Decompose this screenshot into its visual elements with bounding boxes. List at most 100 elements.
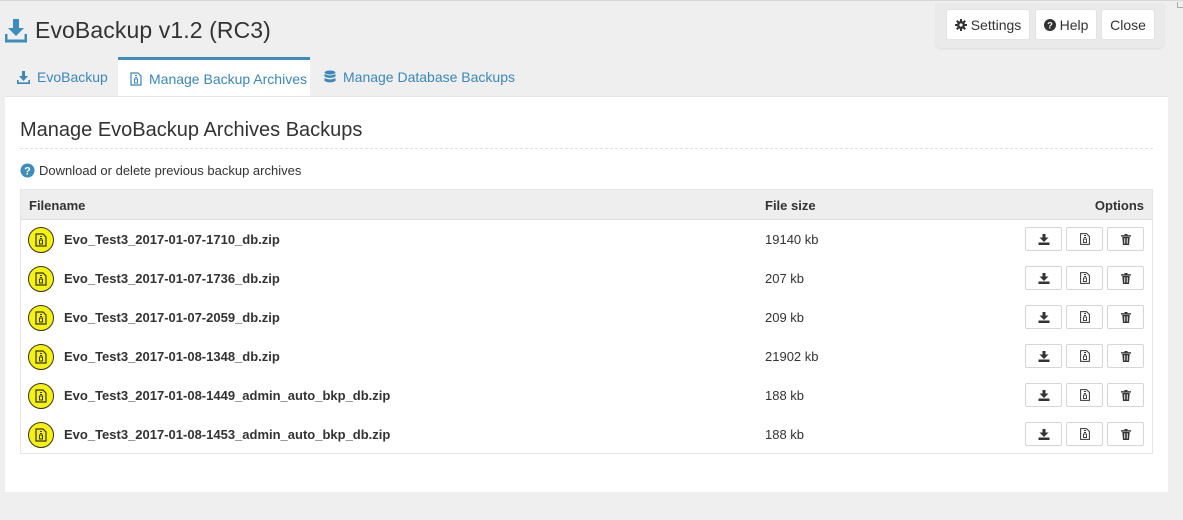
view-archive-button[interactable] [1066, 383, 1103, 407]
row-options [1021, 383, 1144, 407]
download-button[interactable] [1025, 383, 1062, 407]
delete-button[interactable] [1107, 344, 1144, 368]
filename-cell: Evo_Test3_2017-01-08-1449_admin_auto_bkp… [64, 388, 391, 403]
tab-evobackup[interactable]: EvoBackup [17, 57, 108, 97]
zip-file-icon [28, 266, 54, 292]
tab-manage-database-backups[interactable]: Manage Database Backups [324, 57, 515, 97]
close-button[interactable]: Close [1101, 9, 1155, 40]
column-header-options: Options [1094, 198, 1144, 213]
download-button[interactable] [1025, 266, 1062, 290]
trash-icon [1120, 350, 1131, 362]
archive-file-icon [130, 71, 142, 86]
tab-label: Manage Backup Archives [149, 70, 307, 87]
zip-file-icon [28, 227, 54, 253]
question-circle-icon: ? [1043, 18, 1056, 31]
view-archive-button[interactable] [1066, 266, 1103, 290]
info-line: ? Download or delete previous backup arc… [20, 161, 301, 179]
trash-icon [1120, 233, 1131, 245]
close-label: Close [1110, 16, 1146, 33]
tab-manage-backup-archives[interactable]: Manage Backup Archives [118, 57, 310, 97]
window-top-border [0, 0, 1183, 1]
info-text: Download or delete previous backup archi… [39, 162, 302, 178]
delete-button[interactable] [1107, 266, 1144, 290]
window-corner-mark [1177, 2, 1183, 8]
download-icon [1038, 233, 1049, 245]
download-button[interactable] [1025, 422, 1062, 446]
column-header-filename: Filename [29, 198, 86, 213]
table-row: Evo_Test3_2017-01-08-1449_admin_auto_bkp… [21, 376, 1152, 415]
download-icon [1038, 428, 1049, 440]
trash-icon [1120, 428, 1131, 440]
help-label: Help [1059, 16, 1089, 33]
column-header-file-size: File size [765, 198, 816, 213]
tab-bar: EvoBackup Manage Backup Archives Manage … [5, 57, 1168, 97]
row-options [1021, 422, 1144, 446]
row-options [1021, 305, 1144, 329]
filename-cell: Evo_Test3_2017-01-07-2059_db.zip [64, 310, 280, 325]
delete-button[interactable] [1107, 422, 1144, 446]
download-icon [1038, 311, 1049, 323]
row-options [1021, 227, 1144, 251]
database-icon [324, 70, 336, 83]
section-title: Manage EvoBackup Archives Backups [20, 119, 1153, 149]
svg-text:?: ? [24, 165, 31, 177]
download-icon [4, 17, 28, 43]
delete-button[interactable] [1107, 305, 1144, 329]
archive-file-icon [1079, 350, 1090, 362]
filename-cell: Evo_Test3_2017-01-07-1710_db.zip [64, 232, 280, 247]
svg-text:?: ? [1047, 20, 1053, 30]
archive-file-icon [1079, 389, 1090, 401]
delete-button[interactable] [1107, 383, 1144, 407]
filename-cell: Evo_Test3_2017-01-08-1348_db.zip [64, 349, 280, 364]
download-icon [17, 70, 30, 84]
archive-file-icon [1079, 428, 1090, 440]
table-row: Evo_Test3_2017-01-07-1710_db.zip 19140 k… [21, 220, 1152, 259]
file-size-cell: 188 kb [765, 388, 805, 403]
zip-file-icon [28, 422, 54, 448]
table-row: Evo_Test3_2017-01-08-1453_admin_auto_bkp… [21, 415, 1152, 454]
archive-file-icon [1079, 311, 1090, 323]
zip-file-icon [28, 383, 54, 409]
archives-table: Filename File size Options Evo_Test3_201… [20, 189, 1153, 454]
archive-file-icon [1079, 272, 1090, 284]
view-archive-button[interactable] [1066, 227, 1103, 251]
download-icon [1038, 350, 1049, 362]
tab-label: Manage Database Backups [343, 69, 515, 85]
table-body: Evo_Test3_2017-01-07-1710_db.zip 19140 k… [21, 220, 1152, 454]
top-button-group: Settings ? Help Close [936, 3, 1164, 48]
help-button[interactable]: ? Help [1035, 9, 1097, 40]
table-row: Evo_Test3_2017-01-07-2059_db.zip 209 kb [21, 298, 1152, 337]
file-size-cell: 209 kb [765, 310, 805, 325]
app-header: EvoBackup v1.2 (RC3) [4, 12, 271, 48]
trash-icon [1120, 311, 1131, 323]
filename-cell: Evo_Test3_2017-01-07-1736_db.zip [64, 271, 280, 286]
download-button[interactable] [1025, 227, 1062, 251]
table-header: Filename File size Options [21, 190, 1152, 220]
tab-label: EvoBackup [37, 69, 108, 85]
file-size-cell: 207 kb [765, 271, 805, 286]
question-circle-icon: ? [20, 163, 35, 177]
row-options [1021, 344, 1144, 368]
file-size-cell: 188 kb [765, 427, 805, 442]
table-row: Evo_Test3_2017-01-07-1736_db.zip 207 kb [21, 259, 1152, 298]
view-archive-button[interactable] [1066, 422, 1103, 446]
file-size-cell: 19140 kb [765, 232, 819, 247]
zip-file-icon [28, 305, 54, 331]
app-title: EvoBackup v1.2 (RC3) [35, 16, 271, 43]
zip-file-icon [28, 344, 54, 370]
view-archive-button[interactable] [1066, 344, 1103, 368]
trash-icon [1120, 389, 1131, 401]
download-icon [1038, 272, 1049, 284]
archive-file-icon [1079, 233, 1090, 245]
row-options [1021, 266, 1144, 290]
gear-icon [954, 18, 967, 31]
download-button[interactable] [1025, 344, 1062, 368]
trash-icon [1120, 272, 1131, 284]
settings-button[interactable]: Settings [946, 9, 1030, 40]
view-archive-button[interactable] [1066, 305, 1103, 329]
delete-button[interactable] [1107, 227, 1144, 251]
content-panel: Manage EvoBackup Archives Backups ? Down… [5, 96, 1168, 492]
download-icon [1038, 389, 1049, 401]
download-button[interactable] [1025, 305, 1062, 329]
table-row: Evo_Test3_2017-01-08-1348_db.zip 21902 k… [21, 337, 1152, 376]
